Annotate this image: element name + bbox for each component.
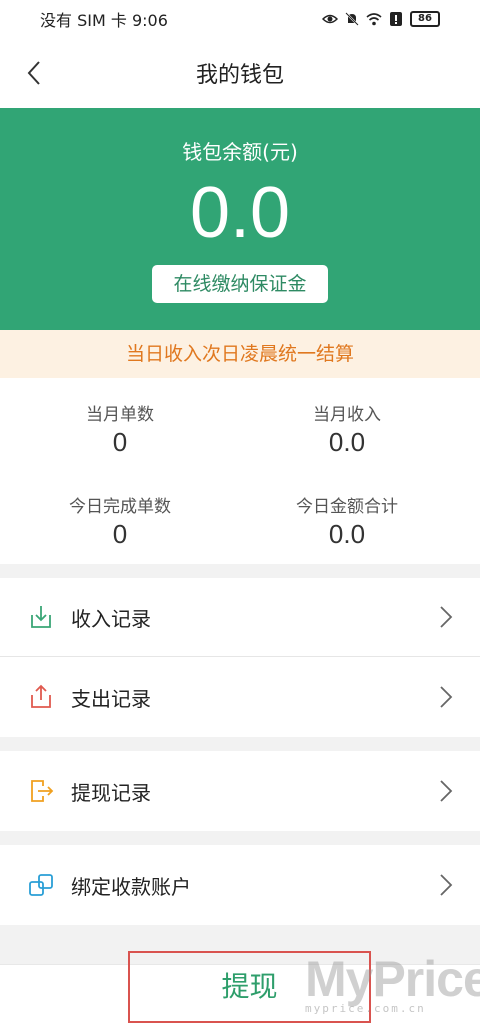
mute-bell-icon: [345, 12, 359, 26]
income-download-icon: [31, 606, 51, 628]
navigation-bar: 我的钱包: [0, 38, 480, 108]
alert-icon: [390, 12, 402, 26]
chevron-right-icon: [440, 780, 453, 802]
stat-today-completed: 今日完成单数 0: [0, 492, 240, 550]
menu-item-expense-records[interactable]: 支出记录: [0, 657, 480, 737]
page-title: 我的钱包: [195, 63, 284, 88]
menu-item-label: 收入记录: [71, 606, 151, 631]
wifi-icon: [366, 13, 382, 26]
expense-upload-icon: [31, 684, 51, 708]
menu-item-bind-account[interactable]: 绑定收款账户: [0, 845, 480, 925]
stat-label: 今日完成单数: [69, 497, 171, 517]
status-bar: 没有 SIM 卡 9:06 86: [0, 0, 480, 38]
stats-panel: 当月单数 0 当月收入 0.0 今日完成单数 0 今日金额合计 0.0: [0, 378, 480, 564]
menu-item-withdraw-records[interactable]: 提现记录: [0, 751, 480, 831]
stat-monthly-income: 当月收入 0.0: [227, 400, 467, 458]
stat-label: 今日金额合计: [296, 497, 398, 517]
chevron-right-icon: [440, 874, 453, 896]
eye-icon: [322, 14, 338, 24]
withdraw-exit-icon: [31, 780, 54, 802]
stat-label: 当月单数: [86, 405, 154, 425]
menu-item-label: 提现记录: [71, 780, 151, 805]
battery-indicator: 86: [410, 11, 440, 27]
chevron-right-icon: [440, 606, 453, 628]
balance-value: 0.0: [189, 173, 291, 253]
balance-label: 钱包余额(元): [182, 140, 298, 164]
stat-value: 0: [112, 519, 128, 549]
back-button[interactable]: [16, 55, 52, 91]
chevron-right-icon: [440, 686, 453, 708]
menu-item-label: 支出记录: [71, 686, 151, 711]
pay-deposit-button[interactable]: 在线缴纳保证金: [152, 265, 328, 303]
status-carrier-time: 没有 SIM 卡 9:06: [40, 11, 168, 30]
stat-value: 0: [112, 427, 128, 457]
menu-item-income-records[interactable]: 收入记录: [0, 578, 480, 656]
menu-item-label: 绑定收款账户: [71, 874, 191, 899]
stat-label: 当月收入: [313, 405, 381, 425]
withdraw-button[interactable]: 提现: [128, 951, 371, 1023]
stat-monthly-orders: 当月单数 0: [0, 400, 240, 458]
chevron-left-icon: [27, 61, 40, 85]
stat-value: 0.0: [328, 519, 366, 549]
bind-account-link-icon: [29, 874, 53, 896]
settlement-notice: 当日收入次日凌晨统一结算: [0, 330, 480, 378]
stat-value: 0.0: [328, 427, 366, 457]
status-icons: 86: [322, 11, 440, 27]
stat-today-amount: 今日金额合计 0.0: [227, 492, 467, 550]
balance-card: 钱包余额(元) 0.0 在线缴纳保证金: [0, 108, 480, 330]
